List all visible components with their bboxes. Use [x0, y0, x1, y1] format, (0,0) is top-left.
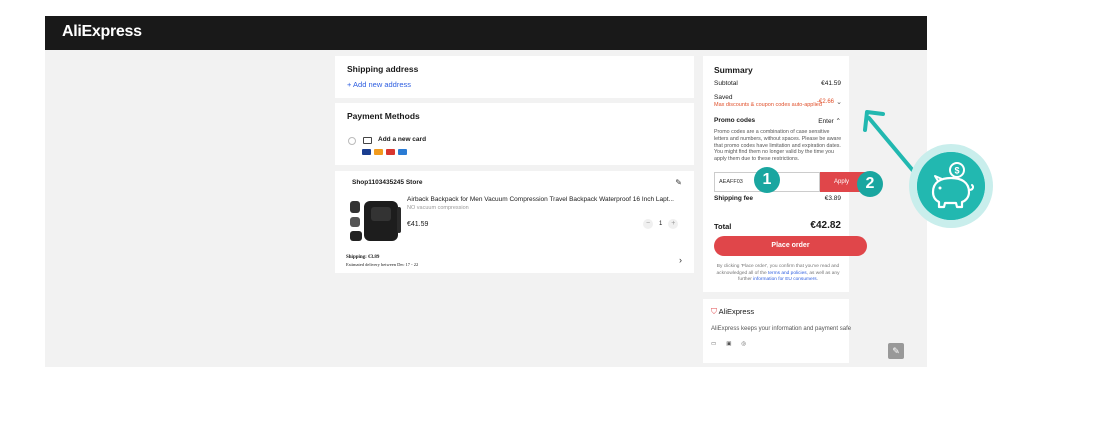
add-address-link[interactable]: + Add new address: [347, 80, 411, 89]
eu-info-link[interactable]: information for EU consumers: [753, 277, 816, 282]
shipping-fee-value: €3.89: [824, 195, 841, 202]
total-label: Total: [714, 222, 732, 231]
credit-card-icon: [363, 137, 372, 144]
payment-methods-card: Payment Methods Add a new card: [335, 103, 694, 165]
legal-suffix: .: [816, 277, 818, 283]
increase-quantity-button[interactable]: +: [668, 219, 679, 229]
logo-text-b: Express: [81, 23, 142, 40]
store-order-card: Shop1103435245 Store ✎ Airback Backpack …: [335, 171, 694, 273]
security-badges: ▭ ▣ ◎: [711, 341, 746, 347]
place-order-button[interactable]: Place order: [714, 236, 867, 256]
terms-link[interactable]: terms and policies: [768, 271, 807, 276]
feedback-edit-icon[interactable]: ✎: [888, 343, 904, 359]
saved-value: -€2.66: [816, 99, 834, 105]
svg-text:$: $: [954, 166, 959, 176]
legal-text: By clicking 'Place order', you confirm t…: [712, 264, 844, 284]
amex-icon: [398, 149, 407, 155]
summary-title: Summary: [714, 65, 753, 75]
subtotal-label: Subtotal: [714, 80, 738, 87]
safety-message: AliExpress keeps your information and pa…: [711, 326, 852, 332]
verified-badge-icon: ▣: [726, 341, 732, 347]
subtotal-row: Subtotal €41.59: [714, 80, 841, 87]
saved-note: Max discounts & coupon codes auto-applie…: [714, 102, 822, 108]
promo-description: Promo codes are a combination of case se…: [714, 129, 842, 163]
product-price: €41.59: [407, 221, 429, 228]
maestro-icon: [386, 149, 395, 155]
shipping-address-card: Shipping address + Add new address: [335, 56, 694, 98]
delivery-estimate: Estimated delivery between Dec 17 - 22: [346, 262, 419, 267]
product-title[interactable]: Airback Backpack for Men Vacuum Compress…: [407, 196, 685, 203]
subtotal-value: €41.59: [821, 80, 841, 87]
piggy-bank-icon: $: [917, 152, 985, 220]
visa-icon: [362, 149, 371, 155]
shipping-fee-label: Shipping fee: [714, 195, 753, 202]
pci-badge-icon: ▭: [711, 341, 717, 347]
product-variant: NO vacuum compression: [407, 205, 469, 211]
chevron-up-icon: ⌃: [835, 118, 841, 125]
product-image[interactable]: [347, 195, 405, 245]
add-card-label[interactable]: Add a new card: [378, 136, 426, 143]
store-name[interactable]: Shop1103435245 Store: [352, 179, 422, 186]
safety-brand: ⛉ AliExpress: [711, 307, 754, 317]
shield-icon: ⛉: [711, 307, 717, 316]
quantity-stepper: − 1 +: [643, 219, 679, 229]
logo-text-a: Ali: [62, 23, 82, 40]
total-value: €42.82: [810, 220, 841, 231]
aliexpress-logo[interactable]: AliExpress: [62, 23, 142, 41]
chevron-right-icon[interactable]: ›: [679, 255, 682, 265]
decrease-quantity-button[interactable]: −: [643, 219, 653, 229]
safety-brand-label: AliExpress: [718, 307, 755, 316]
promo-label: Promo codes: [714, 117, 756, 124]
promo-enter-toggle[interactable]: Enter ⌃: [818, 117, 841, 125]
safety-card: ⛉ AliExpress AliExpress keeps your infor…: [703, 299, 852, 363]
promo-enter-label: Enter: [818, 118, 834, 125]
top-bar: AliExpress: [45, 16, 927, 50]
payment-title: Payment Methods: [347, 111, 420, 121]
shipping-fee-row: Shipping fee €3.89: [714, 195, 841, 202]
shipping-cost: Shipping: €3.89: [346, 255, 380, 260]
step-1-marker: 1: [754, 167, 780, 193]
shipping-title: Shipping address: [347, 64, 419, 74]
quantity-value: 1: [659, 221, 663, 227]
checkout-window: AliExpress Shipping address + Add new ad…: [45, 16, 927, 367]
secure-badge-icon: ◎: [741, 341, 747, 347]
saved-label: Saved: [714, 94, 733, 101]
promo-row: Promo codes Enter ⌃: [714, 117, 841, 125]
add-card-radio[interactable]: [348, 137, 356, 145]
mastercard-icon: [374, 149, 383, 155]
edit-icon[interactable]: ✎: [675, 178, 682, 187]
card-brands: [362, 149, 407, 155]
chevron-down-icon[interactable]: ⌄: [836, 98, 842, 106]
